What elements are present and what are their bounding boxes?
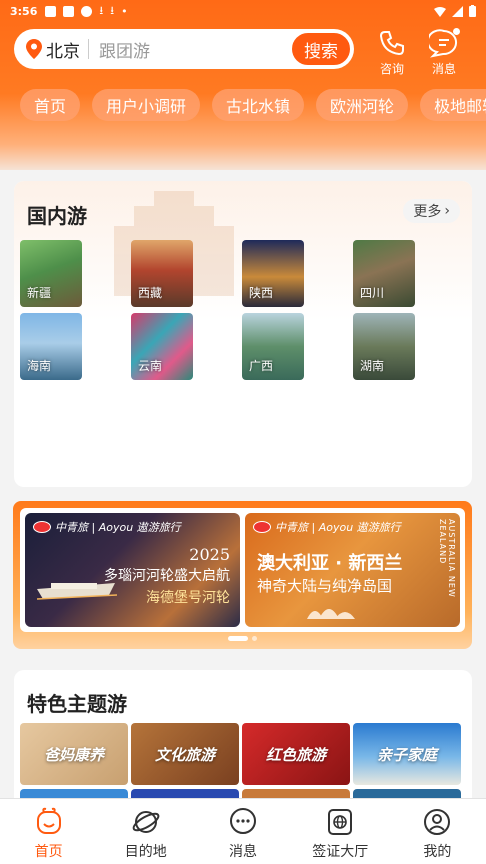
gallery-notification-icon: [63, 5, 75, 17]
chevron-right-icon: ›: [444, 203, 450, 219]
promo-carousel[interactable]: 中青旅 | Aoyou 遨游旅行 2025 多瑙河河轮盛大启航 海德堡号河轮 中…: [13, 501, 472, 649]
more-label: 更多: [413, 204, 442, 220]
header-background: [0, 0, 486, 170]
chip-europe-river-cruise[interactable]: 欧洲河轮: [316, 89, 409, 121]
destination-tile[interactable]: 云南: [131, 313, 193, 380]
destination-tile[interactable]: 海南: [20, 313, 82, 380]
status-time: 3:56: [10, 4, 38, 18]
download-icon: ⭳: [99, 3, 104, 17]
unread-dot: [453, 28, 460, 35]
more-button[interactable]: 更多 ›: [403, 199, 460, 223]
destination-label: 湖南: [360, 359, 385, 373]
city-selector[interactable]: 北京: [46, 37, 80, 62]
destination-tile[interactable]: 四川: [353, 240, 415, 307]
destination-label: 西藏: [138, 286, 163, 300]
domestic-title: 国内游: [27, 204, 87, 228]
theme-label: 红色旅游: [265, 745, 326, 764]
theme-tile[interactable]: 文化旅游: [131, 723, 239, 785]
banner-subtitle: 海德堡号河轮: [146, 590, 230, 606]
tab-label: 消息: [229, 844, 257, 860]
consult-label: 咨询: [379, 62, 404, 76]
carousel-pager: [228, 636, 257, 641]
destination-tile[interactable]: 广西: [242, 313, 304, 380]
destination-label: 四川: [360, 286, 385, 300]
brand-text: 中青旅 | Aoyou 遨游旅行: [55, 521, 181, 534]
theme-tile[interactable]: 爸妈康养: [20, 723, 128, 785]
brand-emblem-icon: [33, 521, 51, 533]
download-icon: ⭳: [110, 3, 115, 17]
tab-label: 首页: [34, 844, 63, 860]
brand-emblem-icon: [253, 521, 271, 533]
profile-icon: [424, 809, 451, 835]
planet-icon: [132, 811, 160, 833]
visa-globe-icon: [328, 809, 353, 835]
banner-headline: 多瑙河河轮盛大启航: [104, 568, 230, 584]
chat-bubble-icon: [230, 808, 256, 834]
destination-label: 广西: [249, 359, 274, 373]
location-pin-icon: [26, 39, 42, 59]
theme-tile[interactable]: 红色旅游: [242, 723, 350, 785]
chip-gubei-water-town[interactable]: 古北水镇: [212, 89, 305, 121]
tab-label: 目的地: [124, 844, 167, 860]
destination-label: 海南: [27, 359, 52, 373]
australia-nz-banner[interactable]: 中青旅 | Aoyou 遨游旅行 澳大利亚 · 新西兰 神奇大陆与纯净岛国 AU…: [245, 513, 460, 627]
theme-label: 文化旅游: [154, 745, 215, 764]
brand-logo: 中青旅 | Aoyou 遨游旅行: [33, 519, 181, 535]
pager-dot-active: [228, 636, 248, 641]
alert-notification-icon: [81, 5, 93, 17]
messages-label: 消息: [431, 62, 456, 76]
signal-icon: [452, 5, 463, 17]
theme-title: 特色主题游: [27, 692, 127, 716]
tab-visa-hall[interactable]: 签证大厅: [292, 799, 389, 864]
banner-headline: 澳大利亚 · 新西兰: [257, 553, 403, 574]
domestic-travel-card: 国内游 更多 › 新疆 西藏 陕西 四川 海南 云南 广西 湖南: [14, 181, 472, 487]
brand-logo: 中青旅 | Aoyou 遨游旅行: [253, 519, 401, 535]
bottom-tab-bar: 首页 目的地 消息 签证大厅 我的: [0, 798, 486, 864]
tab-profile[interactable]: 我的: [389, 799, 486, 864]
banner-vertical-text: AUSTRALIA NEW ZEALAND: [438, 519, 456, 598]
search-divider: [88, 39, 89, 59]
brand-text: 中青旅 | Aoyou 遨游旅行: [275, 521, 401, 534]
tab-home[interactable]: 首页: [0, 799, 97, 864]
destination-tile[interactable]: 新疆: [20, 240, 82, 307]
banner-subtitle: 神奇大陆与纯净岛国: [257, 577, 393, 595]
consult-button[interactable]: 咨询: [372, 28, 412, 77]
wifi-icon: [434, 6, 446, 17]
chip-polar-cruise[interactable]: 极地邮轮: [420, 89, 486, 121]
battery-icon: [469, 5, 476, 17]
tab-destinations[interactable]: 目的地: [97, 799, 194, 864]
destination-tile[interactable]: 湖南: [353, 313, 415, 380]
destination-tile[interactable]: 陕西: [242, 240, 304, 307]
search-bar[interactable]: 北京 跟团游 搜索: [14, 29, 354, 69]
search-button[interactable]: 搜索: [291, 32, 351, 66]
theme-label: 爸妈康养: [43, 745, 104, 764]
destination-tile[interactable]: 西藏: [131, 240, 193, 307]
pager-dot: [252, 636, 257, 641]
category-chips: 首页 用户小调研 古北水镇 欧洲河轮 极地邮轮: [20, 89, 486, 121]
messages-button[interactable]: 消息: [424, 28, 464, 77]
more-dot-icon: •: [121, 4, 128, 18]
tab-label: 我的: [423, 844, 452, 860]
status-bar: 3:56 ⭳ ⭳ •: [0, 0, 486, 22]
destination-label: 新疆: [27, 286, 52, 300]
destination-label: 云南: [138, 359, 163, 373]
carousel-frame: 中青旅 | Aoyou 遨游旅行 2025 多瑙河河轮盛大启航 海德堡号河轮 中…: [20, 508, 465, 632]
theme-tile[interactable]: 亲子家庭: [353, 723, 461, 785]
photo-notification-icon: [45, 5, 57, 17]
tab-label: 签证大厅: [312, 844, 369, 860]
chip-home[interactable]: 首页: [20, 89, 81, 121]
phone-icon: [379, 31, 404, 56]
tab-messages[interactable]: 消息: [194, 799, 291, 864]
home-face-icon: [36, 807, 61, 834]
opera-house-illustration: [307, 609, 355, 619]
danube-cruise-banner[interactable]: 中青旅 | Aoyou 遨游旅行 2025 多瑙河河轮盛大启航 海德堡号河轮: [25, 513, 240, 627]
destination-label: 陕西: [249, 286, 274, 300]
chip-user-survey[interactable]: 用户小调研: [92, 89, 201, 121]
banner-year: 2025: [189, 545, 230, 564]
theme-label: 亲子家庭: [376, 745, 437, 764]
theme-travel-card: 特色主题游 爸妈康养 文化旅游 红色旅游 亲子家庭: [14, 670, 472, 810]
